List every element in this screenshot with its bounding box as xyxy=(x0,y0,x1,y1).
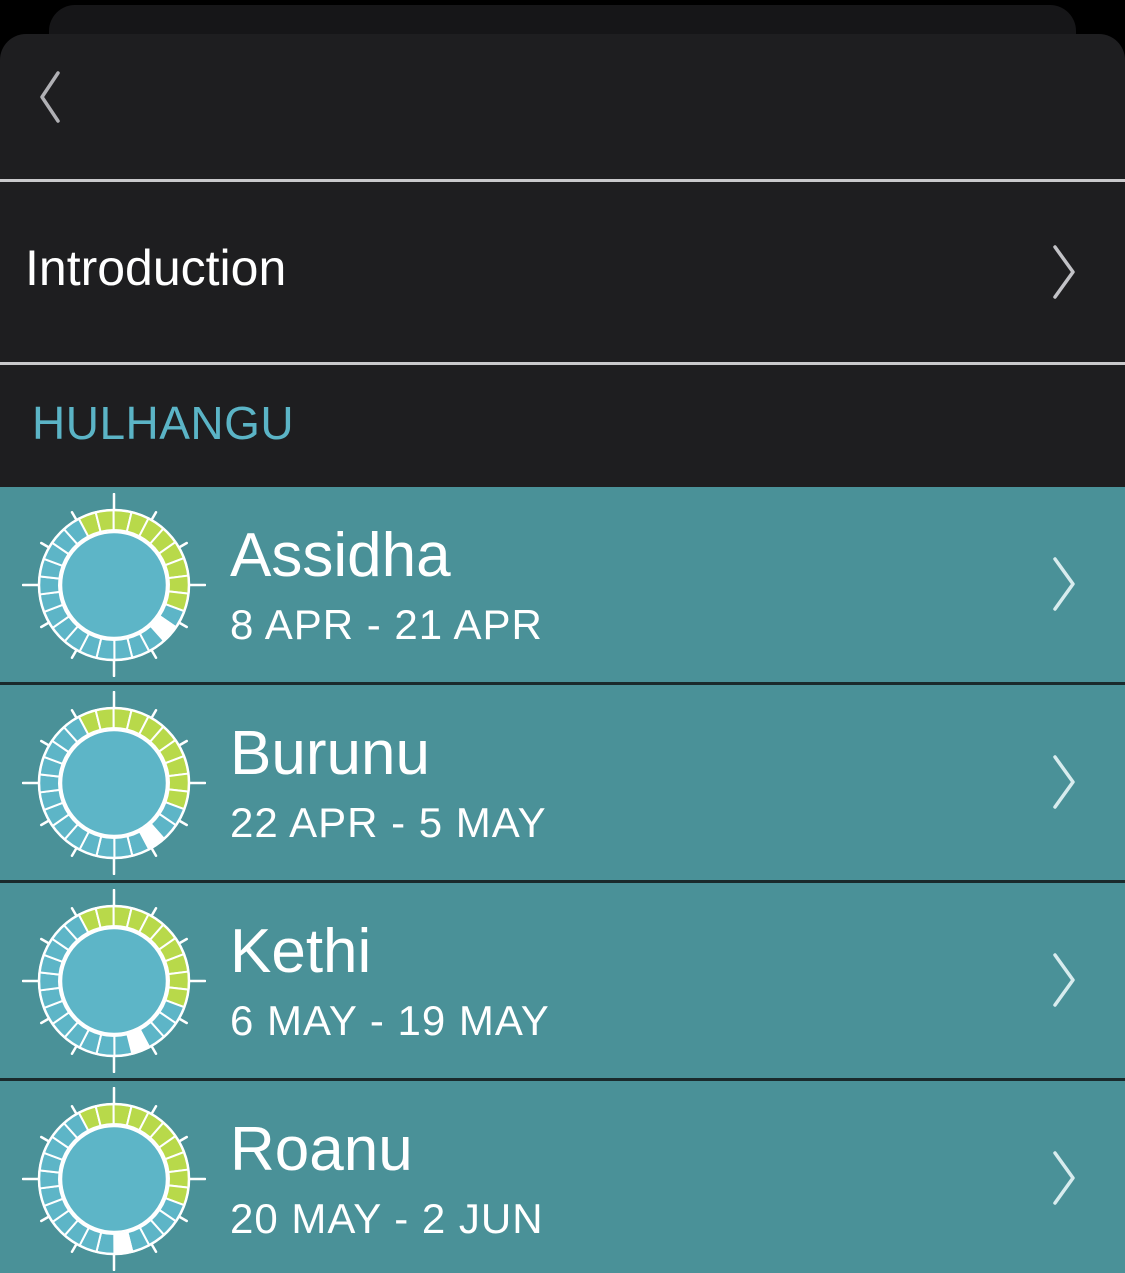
dial-ray xyxy=(70,649,78,659)
dial-center xyxy=(59,926,169,1036)
season-row[interactable]: Burunu 22 APR - 5 MAY xyxy=(0,685,1125,883)
dial-ray xyxy=(40,1135,50,1143)
season-dates: 20 MAY - 2 JUN xyxy=(230,1195,544,1242)
divider-bottom xyxy=(0,362,1125,365)
dial-ray xyxy=(150,709,158,719)
dial-ray xyxy=(40,937,50,945)
dial-ray xyxy=(40,1215,50,1223)
dial-ray xyxy=(150,1105,158,1115)
season-dates: 6 MAY - 19 MAY xyxy=(230,997,550,1044)
introduction-label: Introduction xyxy=(25,240,287,296)
season-row[interactable]: Kethi 6 MAY - 19 MAY xyxy=(0,883,1125,1081)
dial-ray xyxy=(150,1045,158,1055)
divider-top xyxy=(0,179,1125,182)
season-dates: 22 APR - 5 MAY xyxy=(230,799,547,846)
dial-center xyxy=(59,530,169,640)
navigation-bar xyxy=(0,34,1125,179)
dial-ray xyxy=(70,907,78,917)
season-row[interactable]: Roanu 20 MAY - 2 JUN xyxy=(0,1081,1125,1273)
dial-ray xyxy=(150,1243,158,1253)
season-name: Burunu xyxy=(230,719,430,788)
dial-ray xyxy=(150,907,158,917)
dial-ray xyxy=(40,621,50,629)
dial-ray xyxy=(40,819,50,827)
section-title: HULHANGU xyxy=(32,397,295,449)
season-name: Kethi xyxy=(230,917,372,986)
season-dial-icon xyxy=(22,691,206,875)
chevron-right-icon xyxy=(1053,953,1075,1007)
dial-ray xyxy=(40,1017,50,1025)
dial-ray xyxy=(150,847,158,857)
dial-ray xyxy=(70,709,78,719)
dial-ray xyxy=(40,541,50,549)
chevron-left-icon xyxy=(40,71,60,123)
dial-ray xyxy=(70,511,78,521)
dial-ray xyxy=(178,1135,188,1143)
season-list: Assidha 8 APR - 21 APR Burunu 22 APR - 5… xyxy=(0,487,1125,1273)
dial-center xyxy=(59,1124,169,1234)
dial-center xyxy=(59,728,169,838)
dial-ray xyxy=(178,819,188,827)
season-dial-icon xyxy=(22,889,206,1073)
dial-ray xyxy=(178,937,188,945)
dial-ray xyxy=(70,1105,78,1115)
dial-ray xyxy=(70,1045,78,1055)
season-row[interactable]: Assidha 8 APR - 21 APR xyxy=(0,487,1125,685)
dial-ray xyxy=(178,739,188,747)
chevron-right-icon xyxy=(1053,755,1075,809)
chevron-right-icon xyxy=(1053,1151,1075,1205)
season-name: Assidha xyxy=(230,521,451,590)
chevron-right-icon xyxy=(1053,557,1075,611)
dial-ray xyxy=(178,621,188,629)
season-dial-icon xyxy=(22,493,206,677)
dial-ray xyxy=(70,847,78,857)
dial-ray xyxy=(178,1215,188,1223)
introduction-row[interactable]: Introduction xyxy=(0,183,1125,362)
chevron-right-icon xyxy=(1053,245,1075,299)
season-dates: 8 APR - 21 APR xyxy=(230,601,543,648)
modal-sheet: Introduction HULHANGU Assidha 8 APR - 21… xyxy=(0,34,1125,1273)
dial-ray xyxy=(40,739,50,747)
dial-ray xyxy=(70,1243,78,1253)
dial-ray xyxy=(178,541,188,549)
back-button[interactable] xyxy=(26,62,74,132)
season-name: Roanu xyxy=(230,1115,413,1184)
season-dial-icon xyxy=(22,1087,206,1271)
dial-ray xyxy=(150,511,158,521)
dial-ray xyxy=(150,649,158,659)
dial-ray xyxy=(178,1017,188,1025)
